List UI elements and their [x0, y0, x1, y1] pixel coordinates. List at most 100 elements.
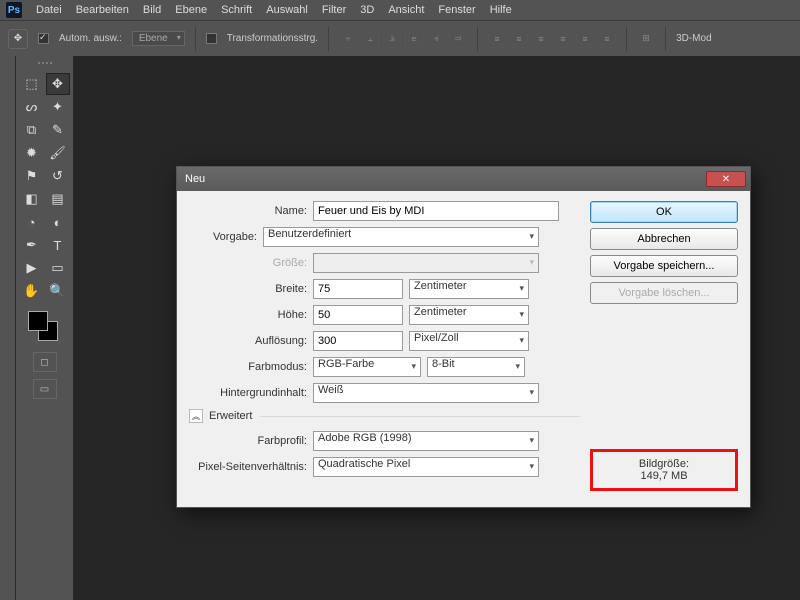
colormode-label: Farbmodus: — [189, 361, 307, 373]
dialog-titlebar[interactable]: Neu ✕ — [177, 167, 750, 191]
colormode-dropdown[interactable]: RGB-Farbe — [313, 357, 421, 377]
history-brush-tool-icon[interactable]: ↺ — [46, 165, 70, 187]
align-top-icon[interactable]: ⫟ — [339, 30, 357, 48]
magic-wand-tool-icon[interactable]: ✦ — [46, 96, 70, 118]
menu-bild[interactable]: Bild — [143, 4, 161, 16]
resolution-unit-dropdown[interactable]: Pixel/Zoll — [409, 331, 529, 351]
width-unit-dropdown[interactable]: Zentimeter — [409, 279, 529, 299]
eraser-tool-icon[interactable]: ◧ — [20, 188, 44, 210]
separator — [477, 27, 478, 51]
close-button[interactable]: ✕ — [706, 171, 746, 187]
type-tool-icon[interactable]: T — [46, 234, 70, 256]
preset-label: Vorgabe: — [189, 231, 257, 243]
menu-bearbeiten[interactable]: Bearbeiten — [76, 4, 129, 16]
auto-select-dropdown[interactable]: Ebene — [132, 31, 185, 46]
distribute-3-icon[interactable]: ≡ — [532, 30, 550, 48]
marquee-tool-icon[interactable]: ⬚ — [20, 73, 44, 95]
zoom-tool-icon[interactable]: 🔍 — [46, 280, 70, 302]
blur-tool-icon[interactable]: ◔ — [20, 211, 44, 233]
separator — [195, 27, 196, 51]
dialog-title: Neu — [185, 173, 706, 185]
separator — [665, 27, 666, 51]
ok-button[interactable]: OK — [590, 201, 738, 223]
advanced-toggle-icon[interactable]: ︽ — [189, 409, 203, 423]
menu-filter[interactable]: Filter — [322, 4, 346, 16]
image-size-readout: Bildgröße: 149,7 MB — [590, 449, 738, 491]
height-unit-dropdown[interactable]: Zentimeter — [409, 305, 529, 325]
brush-tool-icon[interactable]: 🖌 — [46, 142, 70, 164]
separator — [626, 27, 627, 51]
preset-dropdown[interactable]: Benutzerdefiniert — [263, 227, 539, 247]
mode-3d-label[interactable]: 3D-Mod — [676, 33, 712, 44]
align-bottom-icon[interactable]: ⫡ — [383, 30, 401, 48]
height-label: Höhe: — [189, 309, 307, 321]
lasso-tool-icon[interactable]: ᔕ — [20, 96, 44, 118]
align-hcenter-icon[interactable]: ⫣ — [427, 30, 445, 48]
screenmode-button[interactable]: ▭ — [33, 379, 57, 399]
resolution-input[interactable] — [313, 331, 403, 351]
menu-fenster[interactable]: Fenster — [438, 4, 475, 16]
shape-tool-icon[interactable]: ▭ — [46, 257, 70, 279]
distribute-6-icon[interactable]: ≡ — [598, 30, 616, 48]
auto-select-checkbox[interactable] — [38, 33, 49, 44]
path-select-tool-icon[interactable]: ▶ — [20, 257, 44, 279]
transform-controls-checkbox[interactable] — [206, 33, 217, 44]
name-input[interactable] — [313, 201, 559, 221]
distribute-5-icon[interactable]: ≡ — [576, 30, 594, 48]
move-tool-icon[interactable]: ✥ — [8, 29, 28, 49]
width-label: Breite: — [189, 283, 307, 295]
pen-tool-icon[interactable]: ✒ — [20, 234, 44, 256]
save-preset-button[interactable]: Vorgabe speichern... — [590, 255, 738, 277]
eyedropper-tool-icon[interactable]: ✎ — [46, 119, 70, 141]
cancel-button[interactable]: Abbrechen — [590, 228, 738, 250]
colorprofile-dropdown[interactable]: Adobe RGB (1998) — [313, 431, 539, 451]
size-dropdown — [313, 253, 539, 273]
background-dropdown[interactable]: Weiß — [313, 383, 539, 403]
image-size-value: 149,7 MB — [603, 470, 725, 482]
pixel-aspect-label: Pixel-Seitenverhältnis: — [189, 461, 307, 473]
size-label: Größe: — [189, 257, 307, 269]
resolution-label: Auflösung: — [189, 335, 307, 347]
menu-datei[interactable]: Datei — [36, 4, 62, 16]
dodge-tool-icon[interactable]: ◐ — [46, 211, 70, 233]
hand-tool-icon[interactable]: ✋ — [20, 280, 44, 302]
distribute-4-icon[interactable]: ≡ — [554, 30, 572, 48]
heal-tool-icon[interactable]: ✹ — [20, 142, 44, 164]
pixel-aspect-dropdown[interactable]: Quadratische Pixel — [313, 457, 539, 477]
crop-tool-icon[interactable]: ⧉ — [20, 119, 44, 141]
menu-auswahl[interactable]: Auswahl — [266, 4, 308, 16]
stamp-tool-icon[interactable]: ⚑ — [20, 165, 44, 187]
ps-logo-icon: Ps — [6, 2, 22, 18]
align-left-icon[interactable]: ⫢ — [405, 30, 423, 48]
width-input[interactable] — [313, 279, 403, 299]
arrange-icons: ⊞ — [637, 30, 655, 48]
move-tool-icon[interactable]: ✥ — [46, 73, 70, 95]
align-right-icon[interactable]: ⫤ — [449, 30, 467, 48]
menu-bar: Ps Datei Bearbeiten Bild Ebene Schrift A… — [0, 0, 800, 20]
color-swatches[interactable] — [28, 311, 62, 345]
height-input[interactable] — [313, 305, 403, 325]
align-vcenter-icon[interactable]: ⫠ — [361, 30, 379, 48]
delete-preset-button: Vorgabe löschen... — [590, 282, 738, 304]
colorprofile-label: Farbprofil: — [189, 435, 307, 447]
distribute-2-icon[interactable]: ≡ — [510, 30, 528, 48]
quickmask-button[interactable]: ◻ — [33, 352, 57, 372]
menu-ebene[interactable]: Ebene — [175, 4, 207, 16]
menu-ansicht[interactable]: Ansicht — [388, 4, 424, 16]
distribute-icons: ≡ ≡ ≡ ≡ ≡ ≡ — [488, 30, 616, 48]
toolbox: ⬚✥ ᔕ✦ ⧉✎ ✹🖌 ⚑↺ ◧▤ ◔◐ ✒T ▶▭ ✋🔍 ◻ ▭ — [16, 56, 74, 600]
menu-schrift[interactable]: Schrift — [221, 4, 252, 16]
distribute-1-icon[interactable]: ≡ — [488, 30, 506, 48]
menu-3d[interactable]: 3D — [360, 4, 374, 16]
arrange-icon[interactable]: ⊞ — [637, 30, 655, 48]
name-label: Name: — [189, 205, 307, 217]
menu-hilfe[interactable]: Hilfe — [490, 4, 512, 16]
align-icons: ⫟ ⫠ ⫡ ⫢ ⫣ ⫤ — [339, 30, 467, 48]
close-icon: ✕ — [722, 174, 730, 185]
gradient-tool-icon[interactable]: ▤ — [46, 188, 70, 210]
image-size-label: Bildgröße: — [603, 458, 725, 470]
background-label: Hintergrundinhalt: — [189, 387, 307, 399]
panel-strip — [0, 56, 16, 600]
foreground-color-swatch[interactable] — [28, 311, 48, 331]
bitdepth-dropdown[interactable]: 8-Bit — [427, 357, 525, 377]
